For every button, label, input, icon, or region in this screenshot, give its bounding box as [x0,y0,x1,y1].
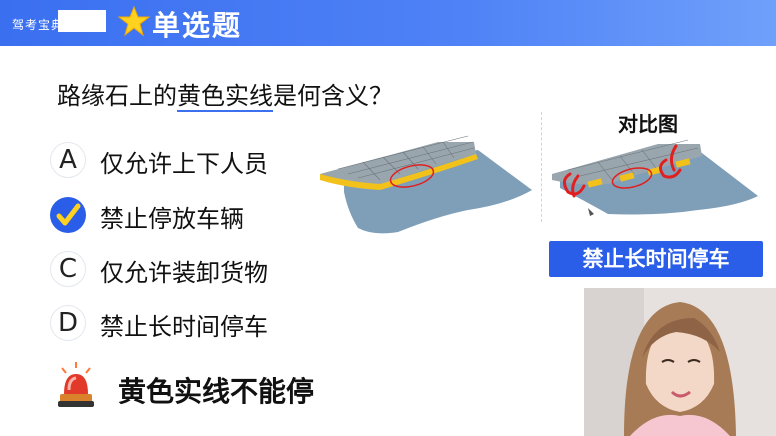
question-type-title: 单选题 [152,9,243,42]
question-text: 路缘石上的黄色实线是何含义？ [57,76,393,112]
option-b[interactable]: 禁止停放车辆 [50,197,340,233]
option-a-letter: A [50,142,86,178]
option-d[interactable]: D 禁止长时间停车 [50,305,340,341]
option-d-text: 禁止长时间停车 [100,313,268,341]
option-c-text: 仅允许装卸货物 [100,259,268,287]
question-highlight: 黄色实线 [177,82,273,112]
section-divider [541,112,542,222]
selected-marker [50,197,86,233]
option-c[interactable]: C 仅允许装卸货物 [50,251,340,287]
option-b-text: 禁止停放车辆 [100,205,244,233]
star-icon [118,5,150,37]
presenter-image [584,288,776,436]
option-d-letter: D [50,305,86,341]
siren-icon [58,362,94,407]
brand-label: 驾考宝典 [12,18,65,32]
option-c-letter: C [50,251,86,287]
brand-mask [58,10,106,32]
summary-text: 黄色实线不能停 [118,375,315,408]
question-pre: 路缘石上的 [57,82,177,110]
presenter-video[interactable] [584,288,776,436]
check-icon [56,203,81,226]
option-a[interactable]: A 仅允许上下人员 [50,142,340,178]
compare-badge: 禁止长时间停车 [549,241,763,277]
option-a-text: 仅允许上下人员 [100,150,268,178]
compare-illustration [552,139,758,216]
header-bar: 驾考宝典 单选题 [0,0,776,46]
curb-illustration [320,135,532,234]
question-post: 是何含义？ [273,82,393,110]
